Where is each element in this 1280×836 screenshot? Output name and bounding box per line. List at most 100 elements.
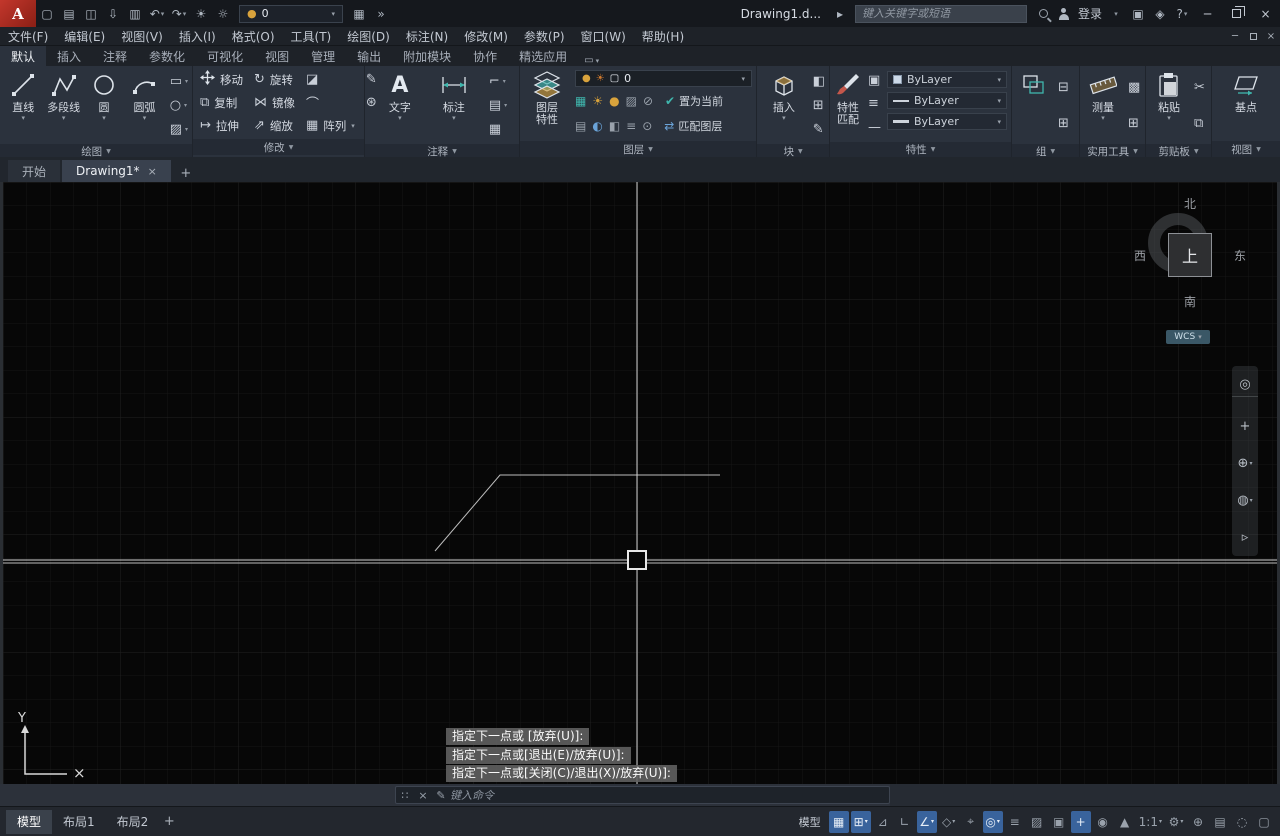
- sheet-set-button[interactable]: ▦: [348, 2, 370, 25]
- line-button[interactable]: 直线 ▾: [4, 69, 42, 122]
- ortho-mode-button[interactable]: ∟: [895, 811, 915, 833]
- new-layout-button[interactable]: +: [159, 812, 179, 832]
- menu-tools[interactable]: 工具(T): [283, 27, 340, 45]
- color-caret-icon[interactable]: ▾: [997, 76, 1001, 84]
- text-caret-icon[interactable]: ▾: [398, 115, 402, 122]
- linetype-dropdown[interactable]: ByLayer ▾: [887, 92, 1007, 109]
- id-point-button[interactable]: ⊞: [1128, 116, 1140, 131]
- menu-insert[interactable]: 插入(I): [171, 27, 224, 45]
- rotate-button[interactable]: ↻ 旋转: [254, 72, 295, 88]
- object-snap-button[interactable]: ◎ ▾: [982, 810, 1003, 833]
- lineweight-display-button[interactable]: ≡: [1005, 811, 1025, 833]
- view-base-button[interactable]: 基点: [1223, 69, 1269, 114]
- redo-dropdown-icon[interactable]: ▾: [183, 10, 187, 18]
- zoom-button[interactable]: ⊕ ▾: [1238, 456, 1253, 471]
- layer-tool-icon[interactable]: ▦: [575, 94, 586, 108]
- minimize-button[interactable]: ─: [1193, 0, 1222, 27]
- autoscale-button[interactable]: ▲: [1115, 811, 1135, 833]
- undo-dropdown-icon[interactable]: ▾: [161, 10, 165, 18]
- search-input[interactable]: [861, 7, 1020, 20]
- snap-mode-button[interactable]: ⊞ ▾: [850, 810, 871, 833]
- menu-view[interactable]: 视图(V): [113, 27, 171, 45]
- arc-caret-icon[interactable]: ▾: [143, 115, 147, 122]
- app-store-button[interactable]: ▣: [1127, 2, 1149, 25]
- modify-panel-label[interactable]: 修改 ▼: [193, 139, 364, 155]
- annotation-monitor-button[interactable]: ⊕: [1188, 811, 1208, 833]
- block-editor-button[interactable]: ✎: [813, 122, 825, 137]
- ellipse-tool-button[interactable]: ○ ▾: [170, 98, 188, 113]
- help-dropdown-icon[interactable]: ▾: [1184, 10, 1188, 18]
- object-snap-tracking-button[interactable]: ⌖: [961, 811, 981, 833]
- color-dropdown[interactable]: ByLayer ▾: [887, 71, 1007, 88]
- quick-calc-button[interactable]: ▩: [1128, 80, 1140, 95]
- measure-caret-icon[interactable]: ▾: [1101, 115, 1105, 122]
- isolate-objects-button[interactable]: ◌: [1232, 811, 1252, 833]
- polyline-caret-icon[interactable]: ▾: [62, 115, 66, 122]
- model-tab[interactable]: 模型: [6, 809, 53, 834]
- object-snap-caret-icon[interactable]: ▾: [997, 818, 1000, 825]
- transparency-button[interactable]: ▨: [1027, 811, 1047, 833]
- match-properties-button[interactable]: 特性 匹配: [834, 69, 862, 126]
- viewcube-north-label[interactable]: 北: [1134, 195, 1246, 212]
- undo-button[interactable]: ↶ ▾: [146, 2, 168, 25]
- layer-tool-icon[interactable]: ▤: [575, 119, 586, 133]
- command-input[interactable]: [450, 788, 889, 802]
- tab-featured-apps[interactable]: 精选应用: [508, 46, 578, 66]
- layer-properties-button[interactable]: 图层 特性: [524, 69, 570, 126]
- command-close-icon[interactable]: ×: [414, 789, 432, 802]
- command-customize-icon[interactable]: ✎: [432, 789, 450, 802]
- snap-caret-icon[interactable]: ▾: [865, 818, 868, 825]
- menu-help[interactable]: 帮助(H): [634, 27, 692, 45]
- autocad-logo-button[interactable]: A: [0, 0, 36, 27]
- lineweight-button[interactable]: —: [868, 120, 881, 135]
- polar-caret-icon[interactable]: ▾: [931, 818, 934, 825]
- viewcube-top-face[interactable]: 上: [1168, 233, 1212, 277]
- menu-window[interactable]: 窗口(W): [573, 27, 634, 45]
- layer-tool-icon[interactable]: ⊘: [643, 94, 653, 108]
- tab-parametric[interactable]: 参数化: [138, 46, 196, 66]
- table-tool-button[interactable]: ▤ ▾: [489, 98, 507, 113]
- command-grip-icon[interactable]: ∷: [396, 789, 414, 802]
- tab-output[interactable]: 输出: [346, 46, 392, 66]
- qat-overflow-button[interactable]: »: [370, 2, 392, 25]
- menu-edit[interactable]: 编辑(E): [56, 27, 113, 45]
- copy-clip-button[interactable]: ⧉: [1194, 116, 1205, 131]
- array-caret-icon[interactable]: ▾: [351, 122, 355, 130]
- stretch-button[interactable]: ↦ 拉伸: [200, 118, 243, 134]
- annotation-scale-button[interactable]: 1:1 ▾: [1137, 811, 1164, 833]
- search-button[interactable]: [1031, 2, 1053, 25]
- move-button[interactable]: 移动: [200, 70, 243, 89]
- menu-format[interactable]: 格式(O): [224, 27, 283, 45]
- layer-tool-icon[interactable]: ▨: [626, 94, 637, 108]
- leader-tool-button[interactable]: ⌐ ▾: [489, 74, 507, 89]
- object-color-button[interactable]: ▣: [868, 73, 881, 88]
- open-file-button[interactable]: ▤: [58, 2, 80, 25]
- viewcube[interactable]: 北 上 西 东 南: [1134, 194, 1246, 312]
- tab-collaborate[interactable]: 协作: [462, 46, 508, 66]
- workspace-switching-button[interactable]: ⚙ ▾: [1166, 811, 1186, 833]
- create-block-button[interactable]: ⊞: [813, 98, 825, 113]
- viewcube-south-label[interactable]: 南: [1134, 293, 1246, 310]
- edit-attribute-button[interactable]: ◧: [813, 74, 825, 89]
- tab-home[interactable]: 默认: [0, 46, 47, 66]
- orbit-button[interactable]: ◍ ▾: [1237, 493, 1252, 508]
- dynamic-input-button[interactable]: +: [1070, 810, 1091, 833]
- circle-caret-icon[interactable]: ▾: [102, 115, 106, 122]
- match-layer-button[interactable]: ⇄ 匹配图层: [664, 118, 722, 134]
- qat-layer-dropdown-icon[interactable]: ▾: [331, 10, 335, 18]
- stay-connected-button[interactable]: ◈: [1149, 2, 1171, 25]
- layers-panel-label[interactable]: 图层 ▼: [520, 141, 756, 157]
- layout2-tab[interactable]: 布局2: [106, 810, 160, 834]
- tab-visualize[interactable]: 可视化: [196, 46, 254, 66]
- arc-button[interactable]: 圆弧 ▾: [125, 69, 163, 122]
- tab-insert[interactable]: 插入: [46, 46, 92, 66]
- paste-caret-icon[interactable]: ▾: [1167, 115, 1171, 122]
- hatch-tool-button[interactable]: ▨ ▾: [170, 122, 188, 137]
- plot-button[interactable]: ▥: [124, 2, 146, 25]
- start-tab[interactable]: 开始: [8, 160, 61, 182]
- navigation-wheel-button[interactable]: ◎: [1232, 377, 1258, 397]
- cut-button[interactable]: ✂: [1194, 80, 1205, 95]
- set-current-button[interactable]: ✔ 置为当前: [665, 93, 723, 109]
- menu-file[interactable]: 文件(F): [0, 27, 56, 45]
- tab-addins[interactable]: 附加模块: [392, 46, 462, 66]
